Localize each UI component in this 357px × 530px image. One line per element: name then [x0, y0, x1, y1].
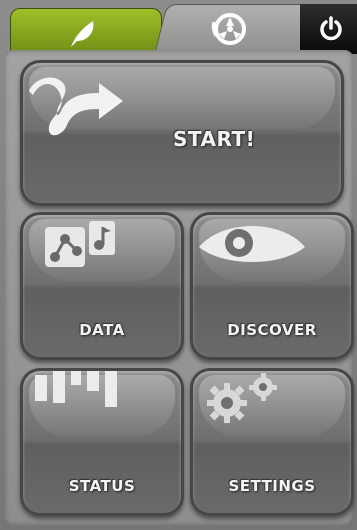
gears-icon: [207, 373, 277, 423]
reel-logo-icon: [211, 13, 246, 45]
settings-label: SETTINGS: [228, 477, 316, 495]
tab-leaf[interactable]: [10, 8, 162, 55]
start-label: START!: [173, 127, 256, 151]
settings-button[interactable]: SETTINGS: [190, 368, 354, 516]
leaf-icon: [71, 21, 94, 47]
route-arrow-icon: [29, 77, 123, 136]
discover-button[interactable]: DISCOVER: [190, 212, 354, 360]
power-icon: [320, 16, 342, 41]
status-button[interactable]: STATUS: [20, 368, 184, 516]
discover-label: DISCOVER: [227, 321, 317, 339]
status-label: STATUS: [68, 477, 136, 495]
tab-power[interactable]: [300, 4, 357, 54]
eye-icon: [199, 226, 305, 262]
data-button[interactable]: DATA: [20, 212, 184, 360]
data-share-icon: [45, 221, 115, 267]
app-frame: START! DATA DISCOVER STATUS SETTINGS: [0, 0, 357, 530]
bars-icon: [35, 371, 117, 407]
start-button[interactable]: START!: [20, 60, 344, 206]
data-label: DATA: [79, 321, 125, 339]
